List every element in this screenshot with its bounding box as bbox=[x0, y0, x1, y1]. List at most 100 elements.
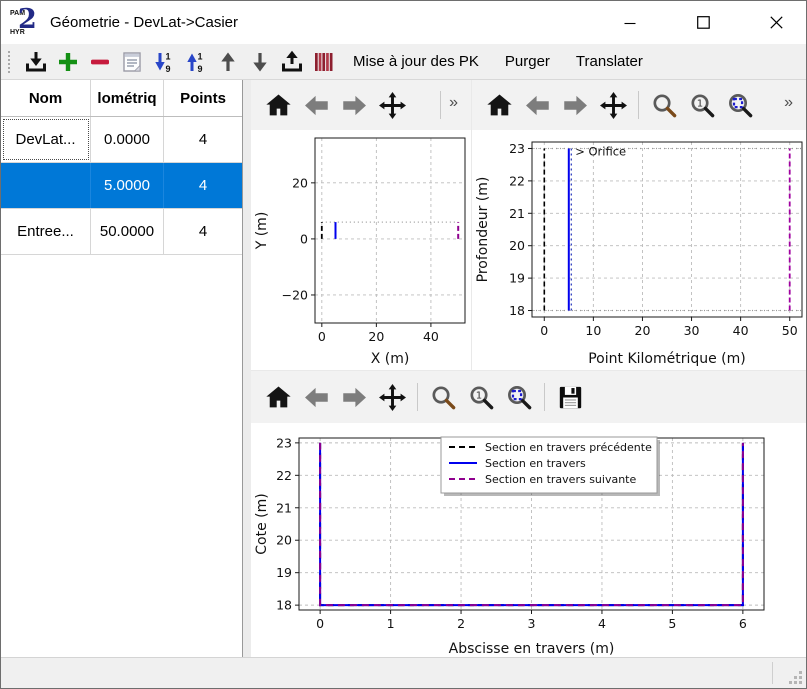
toolbar-separator bbox=[440, 91, 441, 119]
svg-text:6: 6 bbox=[739, 616, 747, 631]
svg-text:10: 10 bbox=[585, 323, 601, 338]
zoom-rect-button[interactable] bbox=[503, 379, 535, 415]
svg-text:40: 40 bbox=[423, 329, 439, 344]
back-button[interactable] bbox=[300, 87, 332, 123]
add-button[interactable] bbox=[53, 47, 83, 76]
zoom-button[interactable] bbox=[427, 379, 459, 415]
svg-text:5: 5 bbox=[668, 616, 676, 631]
cell-points[interactable]: 4 bbox=[164, 117, 242, 162]
svg-text:1: 1 bbox=[165, 51, 170, 61]
cell-points[interactable]: 4 bbox=[164, 209, 242, 254]
svg-text:18: 18 bbox=[276, 598, 292, 613]
remove-button[interactable] bbox=[85, 47, 115, 76]
pan-button[interactable] bbox=[376, 87, 408, 123]
svg-text:20: 20 bbox=[635, 323, 651, 338]
zoom-original-button[interactable]: 1 bbox=[686, 87, 718, 123]
header-nom[interactable]: Nom bbox=[1, 80, 91, 116]
back-button[interactable] bbox=[521, 87, 553, 123]
sort-down-icon: 19 bbox=[152, 50, 176, 74]
edit-button[interactable] bbox=[117, 47, 147, 76]
cell-nom[interactable] bbox=[1, 163, 91, 208]
table-row[interactable]: Entree... 50.0000 4 bbox=[1, 209, 242, 255]
home-button[interactable] bbox=[262, 87, 294, 123]
svg-text:Section en travers: Section en travers bbox=[485, 457, 586, 470]
svg-text:22: 22 bbox=[276, 468, 292, 483]
move-up-button[interactable] bbox=[213, 47, 243, 76]
move-down-button[interactable] bbox=[245, 47, 275, 76]
cell-pk[interactable]: 0.0000 bbox=[91, 117, 164, 162]
cell-nom[interactable]: DevLat... bbox=[1, 117, 91, 162]
sort-descending-button[interactable]: 19 bbox=[149, 47, 179, 76]
svg-text:9: 9 bbox=[165, 64, 170, 74]
back-button[interactable] bbox=[300, 379, 332, 415]
profile-nav-toolbar: 1 » bbox=[472, 80, 806, 130]
table-row-selected[interactable]: 5.0000 4 bbox=[1, 163, 242, 209]
toolbar-overflow-button[interactable]: » bbox=[447, 94, 463, 116]
maximize-button[interactable] bbox=[680, 7, 726, 38]
minimize-icon bbox=[624, 17, 636, 29]
toolbar-separator bbox=[417, 383, 418, 411]
toolbar-drag-handle[interactable] bbox=[8, 51, 13, 73]
cell-points[interactable]: 4 bbox=[164, 163, 242, 208]
home-icon bbox=[265, 92, 292, 119]
header-points[interactable]: Points bbox=[164, 80, 242, 116]
pan-button[interactable] bbox=[597, 87, 629, 123]
svg-text:Cote (m): Cote (m) bbox=[254, 493, 270, 554]
pan-icon bbox=[379, 92, 406, 119]
zoom-button[interactable] bbox=[648, 87, 680, 123]
forward-button[interactable] bbox=[338, 87, 370, 123]
pan-icon bbox=[600, 92, 627, 119]
forward-icon bbox=[341, 92, 368, 119]
sort-ascending-button[interactable]: 19 bbox=[181, 47, 211, 76]
svg-text:21: 21 bbox=[509, 206, 525, 221]
profile-panel: 1 » 01020304050181920212223Point Kilomét… bbox=[471, 80, 806, 370]
svg-text:2: 2 bbox=[457, 616, 465, 631]
titlebar: PAM 2 HYR Géometrie - DevLat->Casier bbox=[1, 1, 806, 44]
app-logo-icon: PAM 2 HYR bbox=[10, 7, 40, 39]
save-button[interactable] bbox=[554, 379, 586, 415]
svg-text:18: 18 bbox=[509, 303, 525, 318]
svg-text:3: 3 bbox=[528, 616, 536, 631]
vertical-splitter[interactable] bbox=[243, 80, 251, 657]
cross-section-panel: 1 0123456181920212223Abscisse en travers… bbox=[251, 370, 806, 657]
close-icon bbox=[770, 16, 783, 29]
svg-text:Y (m): Y (m) bbox=[254, 212, 270, 251]
svg-text:0: 0 bbox=[540, 323, 548, 338]
cell-nom[interactable]: Entree... bbox=[1, 209, 91, 254]
close-button[interactable] bbox=[753, 7, 799, 38]
home-button[interactable] bbox=[262, 379, 294, 415]
forward-button[interactable] bbox=[559, 87, 591, 123]
update-pk-button[interactable]: Mise à jour des PK bbox=[340, 53, 492, 70]
forward-button[interactable] bbox=[338, 379, 370, 415]
cell-pk[interactable]: 5.0000 bbox=[91, 163, 164, 208]
export-button[interactable] bbox=[277, 47, 307, 76]
home-button[interactable] bbox=[483, 87, 515, 123]
svg-text:20: 20 bbox=[292, 175, 308, 190]
header-kilometrique[interactable]: lométriq bbox=[91, 80, 164, 116]
zoom-original-button[interactable]: 1 bbox=[465, 379, 497, 415]
update-sections-button[interactable] bbox=[309, 47, 339, 76]
plan-view-chart[interactable]: 02040−20020X (m)Y (m) bbox=[251, 130, 471, 375]
purge-button[interactable]: Purger bbox=[492, 53, 563, 70]
zoom-1-icon: 1 bbox=[689, 92, 716, 119]
svg-text:4: 4 bbox=[598, 616, 606, 631]
table-row[interactable]: DevLat... 0.0000 4 bbox=[1, 117, 242, 163]
profile-chart[interactable]: 01020304050181920212223Point Kilométriqu… bbox=[472, 130, 806, 375]
minimize-button[interactable] bbox=[607, 7, 653, 38]
translate-button[interactable]: Translater bbox=[563, 53, 656, 70]
import-button[interactable] bbox=[21, 47, 51, 76]
logo-text-bottom: HYR bbox=[10, 29, 25, 36]
pan-button[interactable] bbox=[376, 379, 408, 415]
zoom-rect-button[interactable] bbox=[724, 87, 756, 123]
toolbar-overflow-button[interactable]: » bbox=[782, 94, 798, 116]
cross-section-chart[interactable]: 0123456181920212223Abscisse en travers (… bbox=[251, 423, 806, 665]
export-icon bbox=[280, 50, 304, 74]
svg-text:21: 21 bbox=[276, 500, 292, 515]
resize-grip-icon[interactable] bbox=[789, 671, 803, 685]
svg-text:1: 1 bbox=[197, 51, 202, 61]
svg-text:Section en travers suivante: Section en travers suivante bbox=[485, 473, 636, 486]
svg-text:19: 19 bbox=[509, 271, 525, 286]
window-controls bbox=[607, 7, 806, 38]
cell-pk[interactable]: 50.0000 bbox=[91, 209, 164, 254]
svg-text:1: 1 bbox=[387, 616, 395, 631]
